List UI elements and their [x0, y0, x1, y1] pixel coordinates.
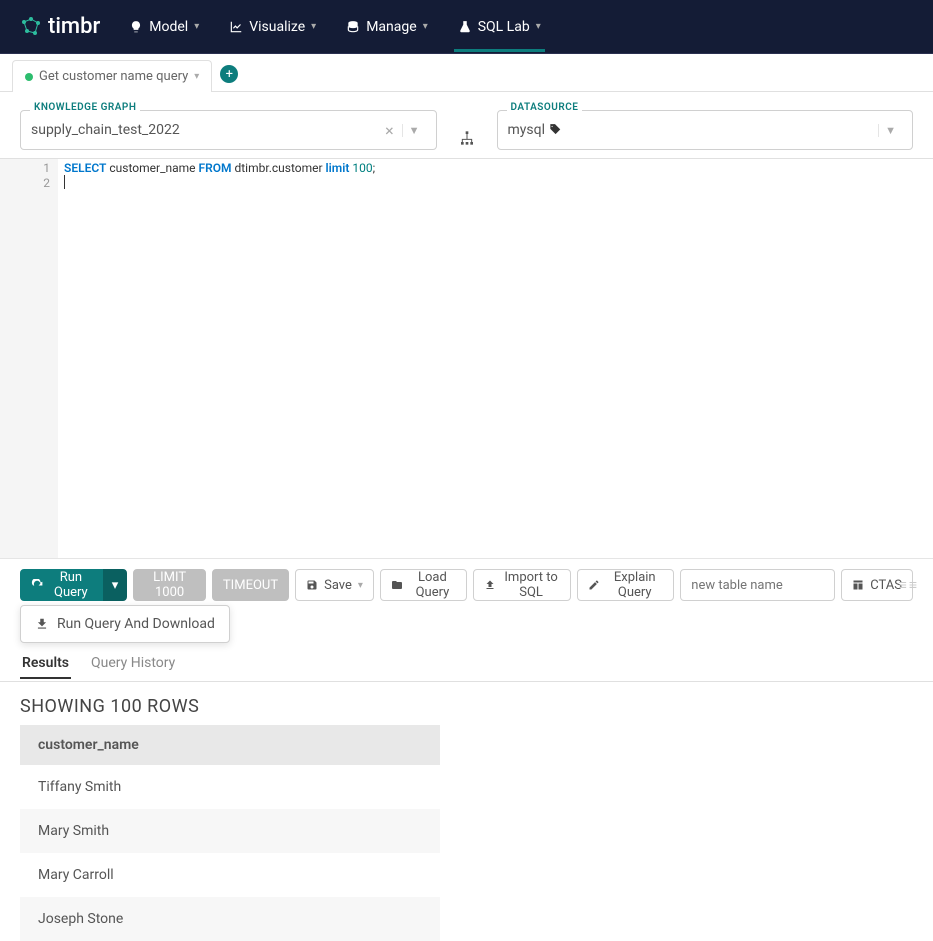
run-label: Run Query — [50, 570, 92, 600]
column-header[interactable]: customer_name — [20, 725, 440, 765]
cell: Mary Smith — [20, 809, 440, 853]
load-label: Load Query — [409, 570, 456, 600]
cell: Tiffany Smith — [20, 765, 440, 809]
save-label: Save — [324, 578, 352, 593]
brand-text: timbr — [48, 14, 100, 39]
sitemap-icon[interactable] — [455, 130, 479, 150]
chevron-down-icon: ▾ — [358, 580, 363, 591]
chevron-down-icon[interactable]: ▾ — [194, 71, 199, 82]
tab-query-history[interactable]: Query History — [89, 649, 177, 679]
drag-handle-icon[interactable]: ≡≡ — [899, 577, 919, 594]
selector-row: KNOWLEDGE GRAPH supply_chain_test_2022 ×… — [0, 92, 933, 158]
datasource-select[interactable]: mysql ▼ — [497, 110, 914, 150]
knowledge-graph-value: supply_chain_test_2022 — [31, 122, 377, 138]
logo-icon — [20, 16, 42, 38]
cell: Mary Carroll — [20, 853, 440, 897]
add-tab-button[interactable]: + — [220, 65, 238, 83]
row-count-heading: SHOWING 100 ROWS — [0, 682, 933, 725]
clear-icon[interactable]: × — [377, 121, 402, 140]
nav-visualize[interactable]: Visualize ▾ — [225, 2, 320, 52]
status-dot-icon — [25, 73, 33, 81]
knowledge-graph-label: KNOWLEDGE GRAPH — [30, 102, 140, 113]
limit-button[interactable]: LIMIT 1000 — [133, 569, 206, 601]
table-row[interactable]: Mary Carroll — [20, 853, 440, 897]
chevron-down-icon: ▾ — [194, 21, 199, 32]
chevron-down-icon[interactable]: ▼ — [402, 124, 426, 137]
line-number: 2 — [2, 176, 50, 191]
nav-sqllab-label: SQL Lab — [478, 19, 530, 35]
chart-icon — [229, 20, 243, 34]
upload-icon — [484, 579, 496, 591]
result-tabs: Results Query History — [0, 641, 933, 682]
run-options-button[interactable]: ▾ — [103, 569, 128, 601]
lightbulb-icon — [129, 20, 143, 34]
refresh-icon — [31, 579, 44, 592]
query-tab-label: Get customer name query — [39, 69, 188, 84]
datasource-group: DATASOURCE mysql ▼ — [497, 110, 914, 150]
chevron-down-icon: ▾ — [536, 21, 541, 32]
knowledge-graph-group: KNOWLEDGE GRAPH supply_chain_test_2022 ×… — [20, 110, 437, 150]
line-number: 1 — [2, 161, 50, 176]
pencil-icon — [588, 579, 600, 591]
table-row[interactable]: Mary Smith — [20, 809, 440, 853]
query-tabs: Get customer name query ▾ + — [0, 54, 933, 92]
nav-items: Model ▾ Visualize ▾ Manage ▾ SQL Lab ▾ — [125, 2, 544, 52]
nav-manage[interactable]: Manage ▾ — [342, 2, 432, 52]
ctas-label: CTAS — [870, 578, 902, 593]
nav-model[interactable]: Model ▾ — [125, 2, 203, 52]
nav-manage-label: Manage — [366, 19, 416, 35]
load-query-button[interactable]: Load Query — [380, 569, 467, 601]
download-icon — [35, 617, 49, 631]
nav-model-label: Model — [149, 19, 188, 35]
code-area[interactable]: SELECT customer_name FROM dtimbr.custome… — [58, 159, 933, 558]
import-sql-button[interactable]: Import to SQL — [473, 569, 571, 601]
run-query-button[interactable]: Run Query — [20, 569, 103, 601]
tab-results[interactable]: Results — [20, 649, 71, 679]
chevron-down-icon: ▾ — [311, 21, 316, 32]
line-gutter: 1 2 — [0, 159, 58, 558]
import-label: Import to SQL — [502, 570, 560, 600]
knowledge-graph-select[interactable]: supply_chain_test_2022 × ▼ — [20, 110, 437, 150]
save-icon — [306, 579, 318, 591]
results-table: customer_name Tiffany Smith Mary Smith M… — [20, 725, 440, 941]
chevron-down-icon[interactable]: ▼ — [878, 124, 902, 137]
table-row[interactable]: Joseph Stone — [20, 897, 440, 941]
timeout-button[interactable]: TIMEOUT — [212, 569, 289, 601]
explain-label: Explain Query — [606, 570, 663, 600]
brand-logo: timbr — [20, 14, 100, 39]
table-icon — [852, 579, 864, 591]
editor-toolbar: Run Query ▾ LIMIT 1000 TIMEOUT Save ▾ Lo… — [0, 558, 933, 611]
top-nav: timbr Model ▾ Visualize ▾ Manage ▾ SQL Lab ▾ — [0, 0, 933, 54]
new-table-name-input[interactable] — [680, 569, 835, 601]
tag-icon — [548, 123, 562, 137]
run-download-menu-item[interactable]: Run Query And Download — [20, 605, 230, 643]
cell: Joseph Stone — [20, 897, 440, 941]
nav-visualize-label: Visualize — [249, 19, 305, 35]
run-download-label: Run Query And Download — [57, 616, 215, 632]
folder-icon — [391, 579, 403, 591]
chevron-down-icon: ▾ — [423, 21, 428, 32]
nav-sqllab[interactable]: SQL Lab ▾ — [454, 2, 545, 52]
chevron-down-icon: ▾ — [112, 578, 119, 593]
save-button[interactable]: Save ▾ — [295, 569, 374, 601]
explain-query-button[interactable]: Explain Query — [577, 569, 674, 601]
datasource-label: DATASOURCE — [507, 102, 583, 113]
datasource-value: mysql — [508, 122, 879, 138]
sql-editor[interactable]: 1 2 SELECT customer_name FROM dtimbr.cus… — [0, 158, 933, 558]
database-icon — [346, 20, 360, 34]
flask-icon — [458, 20, 472, 34]
table-row[interactable]: Tiffany Smith — [20, 765, 440, 809]
query-tab[interactable]: Get customer name query ▾ — [12, 60, 212, 92]
